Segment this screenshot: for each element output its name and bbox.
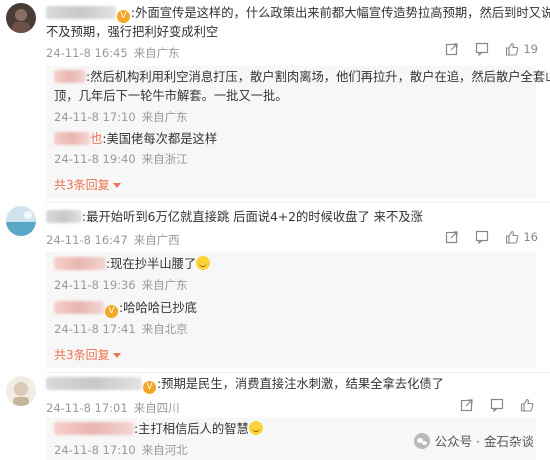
comment-icon: [490, 398, 504, 412]
grimace-emoji-icon: [248, 421, 263, 435]
username-blurred[interactable]: [46, 210, 82, 223]
wechat-icon: [413, 432, 430, 449]
comment-text-line2: 不及预期，强行把利好变成利空: [46, 25, 219, 39]
chevron-down-icon: [112, 353, 121, 358]
like-count: 19: [523, 42, 538, 56]
comment-text: V:预期是民生，消费直接注水刺激，结果全拿去化债了: [46, 375, 444, 394]
comment-actions: 16: [445, 230, 538, 244]
chevron-down-icon: [112, 183, 121, 188]
comment-date: 24-11-8 17:01: [46, 401, 128, 415]
avatar[interactable]: [6, 3, 36, 33]
vip-badge-icon: V: [105, 305, 118, 318]
reply-location: 来自河北: [141, 443, 188, 457]
reply-meta: 24-11-8 17:10 来自广东: [54, 109, 188, 125]
avatar[interactable]: [6, 206, 36, 236]
reply-button[interactable]: [490, 398, 504, 412]
share-button[interactable]: [460, 398, 474, 412]
comment-icon: [476, 230, 489, 244]
share-button[interactable]: [445, 42, 459, 56]
like-button[interactable]: 16: [505, 230, 538, 244]
more-replies-link[interactable]: 共3条回复: [54, 176, 121, 193]
reply-meta: 24-11-8 17:10 来自河北: [54, 442, 188, 458]
comment-text: :最开始听到6万亿就直接跳 后面说4+2的时候收盘了 来不及涨: [46, 208, 423, 227]
reply-meta: 24-11-8 19:36 来自广东: [54, 277, 188, 293]
username-blurred[interactable]: [54, 257, 106, 270]
share-icon: [446, 43, 458, 56]
thumbs-up-icon: [520, 398, 534, 412]
reply-text: :然后机构利用利空消息打压，散户割肉离场，他们再拉升，散户在追，然后散户全套山: [54, 68, 550, 87]
reply-date: 24-11-8 17:10: [54, 443, 136, 457]
comment-location: 来自广西: [133, 233, 180, 247]
comment-text: V:外面宣传是这样的，什么政策出来前都大幅宣传造势拉高预期，然后到时又说: [46, 4, 550, 23]
divider: [46, 372, 550, 373]
comment-meta: 24-11-8 17:01 来自四川: [46, 400, 180, 416]
watermark: 公众号 · 金石杂谈: [413, 431, 534, 450]
share-button[interactable]: [445, 230, 459, 244]
comment-meta: 24-11-8 16:45 来自广东: [46, 45, 180, 61]
thumbs-up-icon: [506, 230, 519, 244]
username-blurred[interactable]: [54, 70, 86, 83]
username-blurred[interactable]: [46, 6, 116, 19]
reply-button[interactable]: [475, 230, 489, 244]
username-blurred[interactable]: [54, 301, 104, 314]
comment-location: 来自广东: [133, 46, 180, 60]
like-button[interactable]: 19: [505, 42, 538, 56]
like-button[interactable]: [520, 398, 538, 412]
reply-button[interactable]: [475, 42, 489, 56]
avatar[interactable]: [6, 376, 36, 406]
reply-text: :现在抄半山腰了: [54, 255, 211, 274]
reply-meta: 24-11-8 17:41 来自北京: [54, 321, 188, 337]
reply-date: 24-11-8 19:40: [54, 152, 136, 166]
comment-actions: [460, 398, 538, 412]
reply-location: 来自浙江: [141, 152, 188, 166]
reply-text: 也:美国佬每次都是这样: [54, 130, 217, 149]
reply-location: 来自广东: [141, 110, 188, 124]
comment-location: 来自四川: [133, 401, 180, 415]
reply-date: 24-11-8 17:41: [54, 322, 136, 336]
vip-badge-icon: V: [117, 10, 130, 23]
share-icon: [460, 399, 473, 412]
vip-badge-icon: V: [143, 381, 156, 394]
reply-date: 24-11-8 17:10: [54, 110, 136, 124]
reply-text: V:哈哈哈已抄底: [54, 299, 197, 318]
laughing-emoji-icon: [196, 256, 211, 270]
comment-meta: 24-11-8 16:47 来自广西: [46, 232, 180, 248]
reply-text: :主打相信后人的智慧: [54, 420, 263, 439]
reply-list: :然后机构利用利空消息打压，散户割肉离场，他们再拉升，散户在追，然后散户全套山 …: [46, 66, 550, 198]
username-blurred[interactable]: [46, 377, 142, 390]
like-count: 16: [523, 230, 538, 244]
reply-location: 来自北京: [141, 322, 188, 336]
comment-date: 24-11-8 16:45: [46, 46, 128, 60]
username-blurred[interactable]: [54, 132, 90, 145]
divider: [46, 202, 550, 203]
comment-icon: [476, 42, 489, 56]
reply-location: 来自广东: [141, 278, 188, 292]
share-icon: [446, 231, 458, 244]
comment-actions: 19: [445, 42, 538, 56]
reply-meta: 24-11-8 19:40 来自浙江: [54, 151, 188, 167]
reply-date: 24-11-8 19:36: [54, 278, 136, 292]
watermark-label: 公众号 · 金石杂谈: [434, 434, 534, 449]
username-blurred[interactable]: [54, 422, 134, 435]
thumbs-up-icon: [506, 42, 519, 56]
reply-text-line2: 顶，几年后下一轮牛市解套。一批又一批。: [54, 89, 288, 103]
reply-list: :现在抄半山腰了 24-11-8 19:36 来自广东 V:哈哈哈已抄底 24-1…: [46, 252, 536, 368]
comment-date: 24-11-8 16:47: [46, 233, 128, 247]
more-replies-link[interactable]: 共3条回复: [54, 346, 121, 363]
